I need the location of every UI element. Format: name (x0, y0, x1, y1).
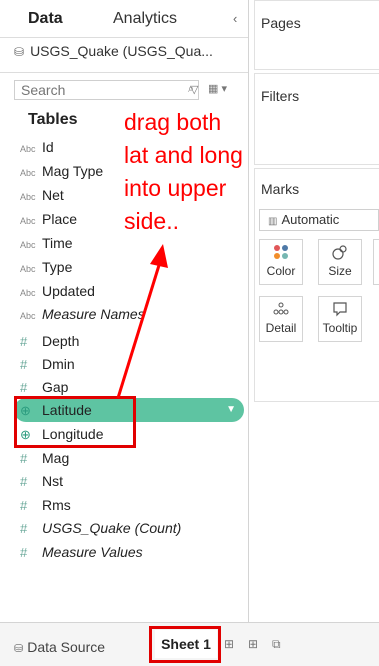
annotation-line: drag both (124, 109, 222, 135)
annotation-arrow-head (150, 244, 168, 268)
annotation-text: drag both lat and long into upper side.. (124, 106, 243, 238)
annotation-line: side.. (124, 208, 179, 234)
annotation-arrow-line (116, 261, 162, 399)
annotation-line: lat and long (124, 142, 243, 168)
annotation-line: into upper (124, 175, 227, 201)
annotation-arrow (116, 244, 168, 399)
